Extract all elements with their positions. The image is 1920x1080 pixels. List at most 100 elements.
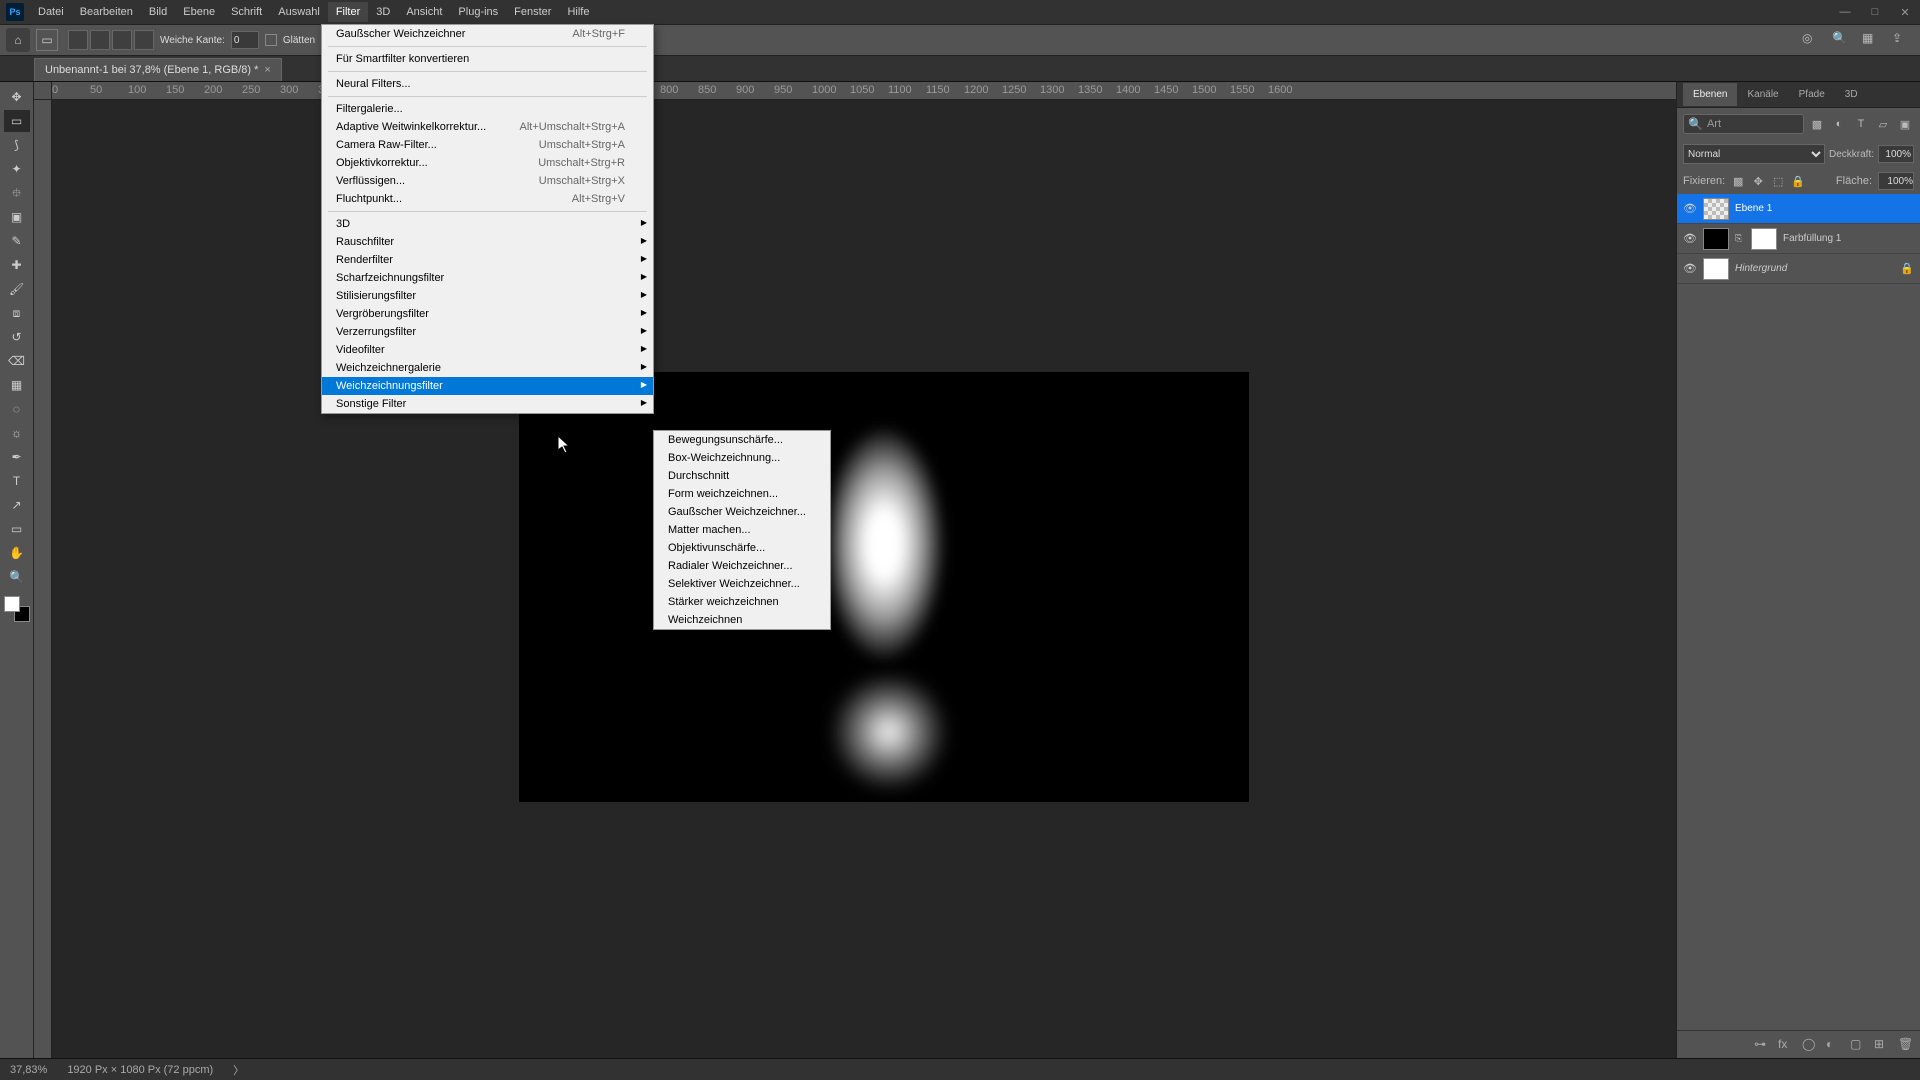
menu-item[interactable]: Vergröberungsfilter — [322, 305, 653, 323]
link-layers-icon[interactable]: ⊶ — [1754, 1038, 1768, 1052]
fill-input[interactable] — [1878, 172, 1914, 190]
tool-frame[interactable]: ▣ — [4, 206, 30, 228]
workspace-icon[interactable]: ▦ — [1862, 32, 1878, 48]
opacity-input[interactable] — [1878, 145, 1914, 163]
group-icon[interactable]: ▢ — [1850, 1038, 1864, 1052]
lock-pixels-icon[interactable]: ▩ — [1731, 174, 1745, 188]
menu-item[interactable]: Weichzeichnungsfilter — [322, 377, 653, 395]
menu-hilfe[interactable]: Hilfe — [559, 2, 597, 22]
menu-item[interactable]: Neural Filters... — [322, 75, 653, 93]
selection-intersect-button[interactable] — [134, 30, 154, 50]
menu-item[interactable]: Camera Raw-Filter...Umschalt+Strg+A — [322, 136, 653, 154]
menu-ansicht[interactable]: Ansicht — [398, 2, 450, 22]
delete-layer-icon[interactable]: 🗑 — [1898, 1038, 1912, 1052]
status-chevron-icon[interactable]: 〉 — [233, 1062, 244, 1078]
panel-tab-kanäle[interactable]: Kanäle — [1737, 83, 1788, 106]
menu-item[interactable]: 3D — [322, 215, 653, 233]
menu-item[interactable]: Objektivkorrektur...Umschalt+Strg+R — [322, 154, 653, 172]
minimize-button[interactable]: — — [1830, 0, 1860, 24]
layer-name[interactable]: Farbfüllung 1 — [1783, 233, 1841, 244]
tool-crop[interactable]: ⯐ — [4, 182, 30, 204]
tool-dodge[interactable]: ☼ — [4, 422, 30, 444]
menu-datei[interactable]: Datei — [30, 2, 72, 22]
tool-brush[interactable]: 🖌 — [4, 278, 30, 300]
fx-icon[interactable]: fx — [1778, 1038, 1792, 1052]
selection-subtract-button[interactable] — [112, 30, 132, 50]
filter-pixel-icon[interactable]: ▩ — [1808, 115, 1826, 133]
submenu-item[interactable]: Radialer Weichzeichner... — [654, 557, 830, 575]
lock-all-icon[interactable]: 🔒 — [1791, 174, 1805, 188]
lock-position-icon[interactable]: ✥ — [1751, 174, 1765, 188]
layer-search-input[interactable]: 🔍 Art — [1683, 114, 1804, 134]
submenu-item[interactable]: Form weichzeichnen... — [654, 485, 830, 503]
share-icon[interactable]: ⇪ — [1892, 32, 1908, 48]
adjustment-icon[interactable]: ◐ — [1826, 1038, 1840, 1052]
submenu-item[interactable]: Selektiver Weichzeichner... — [654, 575, 830, 593]
tool-eyedrop[interactable]: ✎ — [4, 230, 30, 252]
submenu-item[interactable]: Bewegungsunschärfe... — [654, 431, 830, 449]
antialias-checkbox[interactable] — [265, 34, 277, 46]
maximize-button[interactable]: □ — [1860, 0, 1890, 24]
layer-row[interactable]: 👁Hintergrund🔒 — [1677, 254, 1920, 284]
panel-tab-pfade[interactable]: Pfade — [1789, 83, 1835, 106]
menu-item[interactable]: Gaußscher WeichzeichnerAlt+Strg+F — [322, 25, 653, 43]
submenu-item[interactable]: Durchschnitt — [654, 467, 830, 485]
menu-item[interactable]: Scharfzeichnungsfilter — [322, 269, 653, 287]
menu-item[interactable]: Renderfilter — [322, 251, 653, 269]
tool-history[interactable]: ↺ — [4, 326, 30, 348]
feather-input[interactable] — [231, 31, 259, 49]
menu-3d[interactable]: 3D — [368, 2, 398, 22]
selection-new-button[interactable] — [68, 30, 88, 50]
tool-lasso[interactable]: ⟆ — [4, 134, 30, 156]
tool-hand[interactable]: ✋ — [4, 542, 30, 564]
menu-fenster[interactable]: Fenster — [506, 2, 559, 22]
menu-item[interactable]: Videofilter — [322, 341, 653, 359]
menu-schrift[interactable]: Schrift — [223, 2, 270, 22]
color-swatches[interactable] — [4, 596, 30, 622]
menu-bild[interactable]: Bild — [141, 2, 175, 22]
menu-item[interactable]: Adaptive Weitwinkelkorrektur...Alt+Umsch… — [322, 118, 653, 136]
submenu-item[interactable]: Gaußscher Weichzeichner... — [654, 503, 830, 521]
document-canvas[interactable] — [519, 372, 1249, 802]
menu-item[interactable]: Stilisierungsfilter — [322, 287, 653, 305]
submenu-item[interactable]: Weichzeichnen — [654, 611, 830, 629]
visibility-icon[interactable]: 👁 — [1683, 232, 1697, 245]
tool-move[interactable]: ✥ — [4, 86, 30, 108]
visibility-icon[interactable]: 👁 — [1683, 202, 1697, 215]
search-icon[interactable]: 🔍 — [1832, 32, 1848, 48]
close-tab-icon[interactable]: × — [264, 64, 270, 76]
tool-path[interactable]: ↗ — [4, 494, 30, 516]
menu-item[interactable]: Für Smartfilter konvertieren — [322, 50, 653, 68]
layer-name[interactable]: Ebene 1 — [1735, 203, 1772, 214]
submenu-item[interactable]: Stärker weichzeichnen — [654, 593, 830, 611]
menu-item[interactable]: Sonstige Filter — [322, 395, 653, 413]
home-button[interactable]: ⌂ — [6, 28, 30, 52]
lock-artboard-icon[interactable]: ⬚ — [1771, 174, 1785, 188]
menu-item[interactable]: Verflüssigen...Umschalt+Strg+X — [322, 172, 653, 190]
filter-shape-icon[interactable]: ▱ — [1874, 115, 1892, 133]
submenu-item[interactable]: Matter machen... — [654, 521, 830, 539]
menu-filter[interactable]: Filter — [328, 2, 368, 22]
mask-icon[interactable]: ◯ — [1802, 1038, 1816, 1052]
menu-plug-ins[interactable]: Plug-ins — [450, 2, 506, 22]
menu-item[interactable]: Verzerrungsfilter — [322, 323, 653, 341]
panel-tab-3d[interactable]: 3D — [1835, 83, 1868, 106]
document-tab[interactable]: Unbenannt-1 bei 37,8% (Ebene 1, RGB/8) *… — [34, 58, 282, 81]
tool-type[interactable]: T — [4, 470, 30, 492]
tool-rect[interactable]: ▭ — [4, 518, 30, 540]
tool-eraser[interactable]: ⌫ — [4, 350, 30, 372]
layer-name[interactable]: Hintergrund — [1735, 263, 1787, 274]
blend-mode-select[interactable]: Normal — [1683, 144, 1825, 164]
filter-adjust-icon[interactable]: ◐ — [1830, 115, 1848, 133]
tool-stamp[interactable]: ⧈ — [4, 302, 30, 324]
tool-marquee[interactable]: ▭ — [4, 110, 30, 132]
close-button[interactable]: ✕ — [1890, 0, 1920, 24]
menu-item[interactable]: Fluchtpunkt...Alt+Strg+V — [322, 190, 653, 208]
menu-item[interactable]: Filtergalerie... — [322, 100, 653, 118]
tool-pen[interactable]: ✒ — [4, 446, 30, 468]
filter-smart-icon[interactable]: ▣ — [1896, 115, 1914, 133]
zoom-level[interactable]: 37,83% — [10, 1064, 47, 1076]
menu-item[interactable]: Rauschfilter — [322, 233, 653, 251]
tool-heal[interactable]: ✚ — [4, 254, 30, 276]
menu-bearbeiten[interactable]: Bearbeiten — [72, 2, 141, 22]
